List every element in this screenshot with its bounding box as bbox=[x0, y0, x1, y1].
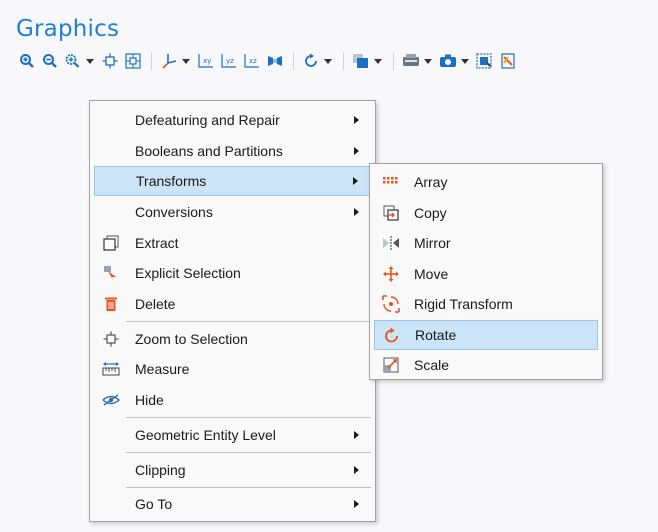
menu-item-hide[interactable]: Hide bbox=[94, 385, 371, 415]
transforms-submenu: Array Copy Mirror Move Rigid Transform R… bbox=[369, 163, 603, 380]
chevron-down-icon[interactable] bbox=[373, 50, 383, 72]
menu-item-delete[interactable]: Delete bbox=[94, 289, 371, 319]
menu-item-label: Defeaturing and Repair bbox=[135, 112, 280, 128]
graphics-toolbar: xy yz xz bbox=[16, 50, 520, 72]
menu-item-label: Extract bbox=[135, 235, 179, 251]
submenu-arrow-icon bbox=[353, 177, 358, 185]
chevron-down-icon[interactable] bbox=[181, 50, 191, 72]
submenu-item-label: Move bbox=[414, 266, 449, 282]
context-menu: Defeaturing and Repair Booleans and Part… bbox=[89, 100, 376, 522]
submenu-item-scale[interactable]: Scale bbox=[374, 350, 598, 380]
menu-item-label: Explicit Selection bbox=[135, 265, 241, 281]
menu-divider bbox=[126, 487, 371, 488]
toolbar-divider bbox=[343, 52, 344, 70]
submenu-item-copy[interactable]: Copy bbox=[374, 198, 598, 228]
move-icon bbox=[382, 265, 400, 283]
transparency-icon[interactable] bbox=[350, 50, 372, 72]
svg-text:yz: yz bbox=[226, 57, 234, 65]
zoom-extents-icon[interactable] bbox=[122, 50, 144, 72]
menu-item-defeaturing-and-repair[interactable]: Defeaturing and Repair bbox=[94, 105, 371, 135]
menu-item-label: Measure bbox=[135, 361, 190, 377]
hide-icon bbox=[102, 391, 120, 409]
submenu-arrow-icon bbox=[354, 431, 359, 439]
submenu-arrow-icon bbox=[354, 208, 359, 216]
graphics-panel: Graphics xy yz xz Defeaturing and Repair… bbox=[0, 0, 658, 532]
menu-divider bbox=[126, 417, 371, 418]
menu-item-label: Booleans and Partitions bbox=[135, 143, 283, 159]
zoom-selection-icon[interactable] bbox=[99, 50, 121, 72]
submenu-item-label: Rotate bbox=[415, 327, 457, 343]
submenu-item-label: Array bbox=[414, 174, 448, 190]
menu-item-go-to[interactable]: Go To bbox=[94, 489, 371, 519]
menu-item-extract[interactable]: Extract bbox=[94, 228, 371, 258]
toolbar-divider bbox=[151, 52, 152, 70]
perspective-icon[interactable] bbox=[264, 50, 286, 72]
xy-view-icon[interactable]: xy bbox=[195, 50, 217, 72]
submenu-item-rigid-transform[interactable]: Rigid Transform bbox=[374, 289, 598, 319]
rigid-transform-icon bbox=[382, 295, 400, 313]
zoom-in-icon[interactable] bbox=[16, 50, 38, 72]
mirror-icon bbox=[382, 234, 400, 252]
chevron-down-icon[interactable] bbox=[423, 50, 433, 72]
submenu-item-mirror[interactable]: Mirror bbox=[374, 228, 598, 258]
explicit-selection-icon bbox=[102, 264, 120, 282]
panel-title: Graphics bbox=[16, 16, 120, 42]
menu-item-label: Go To bbox=[135, 496, 173, 512]
menu-item-measure[interactable]: Measure bbox=[94, 354, 371, 384]
submenu-item-label: Rigid Transform bbox=[414, 296, 513, 312]
delete-icon bbox=[102, 295, 120, 313]
svg-text:xz: xz bbox=[249, 57, 257, 65]
toolbar-divider bbox=[393, 52, 394, 70]
render-icon[interactable] bbox=[400, 50, 422, 72]
menu-item-clipping[interactable]: Clipping bbox=[94, 455, 371, 485]
submenu-arrow-icon bbox=[354, 147, 359, 155]
rotate-icon bbox=[383, 326, 401, 344]
zoom-selection-icon bbox=[102, 330, 120, 348]
xz-view-icon[interactable]: xz bbox=[241, 50, 263, 72]
menu-item-label: Geometric Entity Level bbox=[135, 427, 276, 443]
screenshot-icon[interactable] bbox=[437, 50, 459, 72]
svg-text:xy: xy bbox=[203, 57, 211, 65]
zoom-box-icon[interactable] bbox=[62, 50, 84, 72]
menu-item-booleans-and-partitions[interactable]: Booleans and Partitions bbox=[94, 136, 371, 166]
submenu-item-label: Copy bbox=[414, 205, 447, 221]
yz-view-icon[interactable]: yz bbox=[218, 50, 240, 72]
chevron-down-icon[interactable] bbox=[323, 50, 333, 72]
chevron-down-icon[interactable] bbox=[85, 50, 95, 72]
scale-icon bbox=[382, 356, 400, 374]
menu-item-transforms[interactable]: Transforms bbox=[94, 166, 371, 196]
menu-item-label: Transforms bbox=[136, 173, 207, 189]
chevron-down-icon[interactable] bbox=[460, 50, 470, 72]
copy-icon bbox=[382, 204, 400, 222]
menu-item-zoom-to-selection[interactable]: Zoom to Selection bbox=[94, 324, 371, 354]
axis-orientation-icon[interactable] bbox=[158, 50, 180, 72]
menu-divider bbox=[126, 452, 371, 453]
menu-divider bbox=[126, 321, 371, 322]
select-box-icon[interactable] bbox=[474, 50, 496, 72]
menu-item-label: Zoom to Selection bbox=[135, 331, 248, 347]
submenu-arrow-icon bbox=[354, 500, 359, 508]
hide-icon[interactable] bbox=[497, 50, 519, 72]
submenu-item-label: Scale bbox=[414, 357, 450, 373]
submenu-arrow-icon bbox=[354, 466, 359, 474]
menu-item-geometric-entity-level[interactable]: Geometric Entity Level bbox=[94, 420, 371, 450]
menu-item-conversions[interactable]: Conversions bbox=[94, 197, 371, 227]
extract-icon bbox=[102, 234, 120, 252]
submenu-item-array[interactable]: Array bbox=[374, 167, 598, 197]
array-icon bbox=[382, 173, 400, 191]
menu-item-label: Conversions bbox=[135, 204, 213, 220]
submenu-item-label: Mirror bbox=[414, 235, 451, 251]
rotate-view-icon[interactable] bbox=[300, 50, 322, 72]
submenu-arrow-icon bbox=[354, 116, 359, 124]
submenu-item-move[interactable]: Move bbox=[374, 259, 598, 289]
menu-item-label: Hide bbox=[135, 392, 164, 408]
menu-item-explicit-selection[interactable]: Explicit Selection bbox=[94, 258, 371, 288]
menu-item-label: Clipping bbox=[135, 462, 186, 478]
measure-icon bbox=[102, 360, 120, 378]
toolbar-divider bbox=[293, 52, 294, 70]
menu-item-label: Delete bbox=[135, 296, 176, 312]
submenu-item-rotate[interactable]: Rotate bbox=[374, 320, 598, 350]
zoom-out-icon[interactable] bbox=[39, 50, 61, 72]
